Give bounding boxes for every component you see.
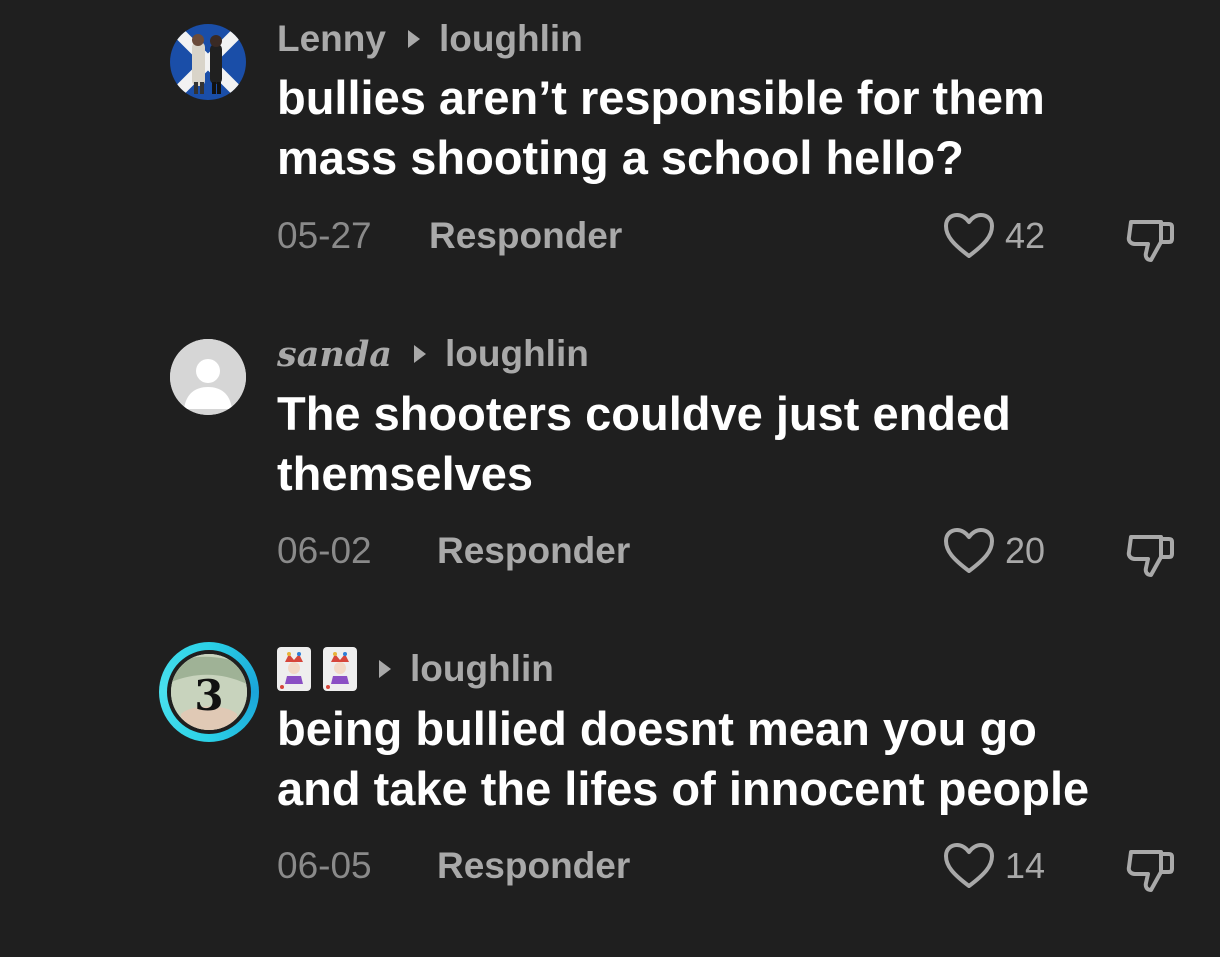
reply-button[interactable]: Responder — [437, 845, 630, 887]
comment-footer: 06-05 Responder — [277, 844, 630, 888]
comment-date: 06-05 — [277, 845, 372, 886]
comment-footer: 06-02 Responder — [277, 529, 630, 573]
heart-outline-icon — [944, 528, 994, 573]
joker-card-icon — [277, 647, 311, 691]
like-count: 14 — [1005, 845, 1046, 886]
author-name[interactable]: Lenny — [277, 18, 386, 60]
comment-text-line: themselves — [277, 447, 534, 500]
comment-header: Lenny loughlin — [277, 17, 583, 61]
comment-text-line: mass shooting a school hello? — [277, 131, 964, 184]
reply-to-name[interactable]: loughlin — [410, 648, 554, 690]
avatar-sanda[interactable] — [170, 339, 246, 415]
dislike-button[interactable] — [1123, 842, 1177, 896]
default-avatar-icon — [170, 339, 246, 415]
like-button[interactable]: 42 — [943, 213, 1046, 258]
avatar-image: 3 — [167, 650, 251, 734]
comment-footer: 05-27 Responder — [277, 214, 622, 258]
reply-button[interactable]: Responder — [429, 215, 622, 257]
thumbs-down-icon — [1126, 850, 1174, 892]
triangle-right-icon — [379, 660, 391, 678]
comment-text-line: and take the lifes of innocent people — [277, 762, 1090, 815]
triangle-right-icon — [407, 30, 420, 48]
comment-header: loughlin — [277, 647, 554, 691]
comment-date: 06-02 — [277, 530, 372, 571]
like-button[interactable]: 14 — [943, 843, 1046, 888]
thumbs-down-icon — [1126, 220, 1174, 262]
dislike-button[interactable] — [1123, 212, 1177, 266]
svg-text:3: 3 — [194, 671, 223, 720]
avatar-art: 3 — [171, 654, 247, 730]
comment-header: sanda loughlin — [277, 332, 589, 376]
comment-text-line: The shooters couldve just ended — [277, 387, 1011, 440]
comment-date: 05-27 — [277, 215, 372, 256]
like-button[interactable]: 20 — [943, 528, 1046, 573]
comment-text: being bullied doesnt mean you go and tak… — [277, 699, 1197, 819]
avatar-joker[interactable]: 3 — [159, 642, 259, 742]
comment-text-line: being bullied doesnt mean you go — [277, 702, 1037, 755]
reply-to-name[interactable]: loughlin — [439, 18, 583, 60]
author-name[interactable]: sanda — [277, 334, 392, 375]
comment-text: The shooters couldve just ended themselv… — [277, 384, 1197, 504]
heart-outline-icon — [944, 843, 994, 888]
joker-card-icon — [323, 647, 357, 691]
avatar-image — [170, 24, 246, 100]
triangle-right-icon — [413, 345, 426, 363]
avatar-lenny[interactable] — [170, 24, 246, 100]
reply-button[interactable]: Responder — [437, 530, 630, 572]
like-count: 20 — [1005, 530, 1046, 571]
dislike-button[interactable] — [1123, 527, 1177, 581]
thumbs-down-icon — [1126, 535, 1174, 577]
comment-text: bullies aren’t responsible for them mass… — [277, 68, 1197, 188]
reply-to-name[interactable]: loughlin — [445, 333, 589, 375]
comment-text-line: bullies aren’t responsible for them — [277, 71, 1045, 124]
heart-outline-icon — [944, 213, 994, 258]
like-count: 42 — [1005, 215, 1046, 256]
author-name[interactable] — [277, 647, 357, 691]
